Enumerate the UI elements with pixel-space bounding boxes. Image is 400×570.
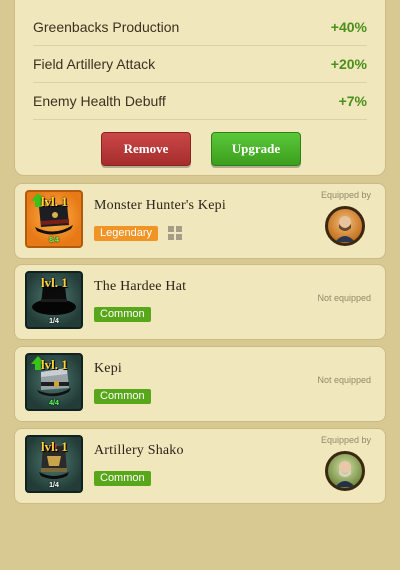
stat-row-field-artillery: Field Artillery Attack +20% <box>33 45 367 82</box>
item-card-hardee-hat[interactable]: lvl. 1 1/4 The Hardee Hat Common Not equ… <box>14 264 386 340</box>
item-card-kepi[interactable]: lvl. 1 4/4 Kepi Common Not equipped <box>14 346 386 422</box>
item-thumbnail: lvl. 1 1/4 <box>25 435 83 493</box>
item-level: lvl. 1 <box>41 275 68 290</box>
rarity-badge: Legendary <box>94 226 158 241</box>
equip-status: Equipped by <box>320 435 371 445</box>
item-name: Monster Hunter's Kepi <box>94 198 226 213</box>
stat-label: Field Artillery Attack <box>33 55 156 72</box>
stat-value: +20% <box>330 55 367 72</box>
general-portrait-icon <box>335 461 355 487</box>
remove-button[interactable]: Remove <box>101 132 191 166</box>
general-avatar[interactable] <box>325 206 365 246</box>
item-level: lvl. 1 <box>41 194 68 209</box>
stat-label: Enemy Health Debuff <box>33 92 166 109</box>
item-level: lvl. 1 <box>41 439 68 454</box>
item-name: The Hardee Hat <box>94 279 187 294</box>
item-count: 1/4 <box>49 318 59 325</box>
stat-row-enemy-health: Enemy Health Debuff +7% <box>33 82 367 119</box>
item-name: Artillery Shako <box>94 443 184 458</box>
item-card-artillery-shako[interactable]: lvl. 1 1/4 Artillery Shako Common Equipp… <box>14 428 386 504</box>
item-card-monster-hunters-kepi[interactable]: lvl. 1 8/4 Monster Hunter's Kepi Legenda… <box>14 183 386 259</box>
stat-value: +40% <box>330 18 367 35</box>
rarity-badge: Common <box>94 307 151 322</box>
equip-status: Equipped by <box>320 190 371 200</box>
stat-value: +7% <box>338 92 367 109</box>
equip-status: Not equipped <box>317 375 371 385</box>
general-portrait-icon <box>335 216 355 242</box>
item-thumbnail: lvl. 1 4/4 <box>25 353 83 411</box>
item-count: 4/4 <box>49 400 59 407</box>
item-level: lvl. 1 <box>41 357 68 372</box>
item-thumbnail: lvl. 1 8/4 <box>25 190 83 248</box>
equip-status: Not equipped <box>317 293 371 303</box>
stat-row-greenbacks: Greenbacks Production +40% <box>33 8 367 45</box>
set-grid-icon[interactable] <box>168 226 182 240</box>
general-avatar[interactable] <box>325 451 365 491</box>
item-name: Kepi <box>94 361 123 376</box>
rarity-badge: Common <box>94 471 151 486</box>
rarity-badge: Common <box>94 389 151 404</box>
upgrade-button[interactable]: Upgrade <box>211 132 301 166</box>
divider <box>33 119 367 120</box>
stat-label: Greenbacks Production <box>33 18 180 35</box>
item-thumbnail: lvl. 1 1/4 <box>25 271 83 329</box>
item-count: 1/4 <box>49 482 59 489</box>
stats-panel: Greenbacks Production +40% Field Artille… <box>14 0 386 176</box>
item-count: 8/4 <box>49 237 59 244</box>
